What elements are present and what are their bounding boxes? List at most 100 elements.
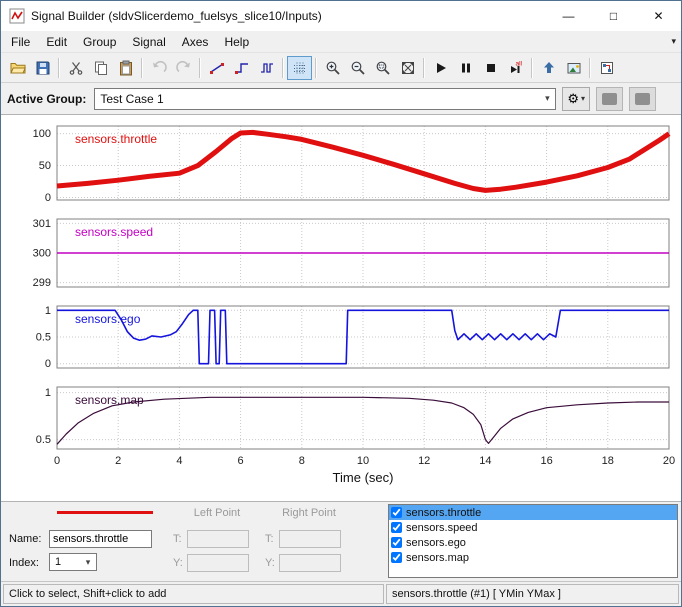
signal-checkbox-sensors-throttle[interactable] <box>391 507 402 518</box>
stop-button[interactable] <box>478 56 503 80</box>
window-buttons: — □ ✕ <box>546 1 681 31</box>
svg-text:all: all <box>515 60 522 67</box>
open-button[interactable] <box>5 56 30 80</box>
plot-sensors-map[interactable]: 0.5 1 sensors.map 0 2 4 6 8 10 12 14 16 18 20 Time (se… <box>5 384 677 489</box>
right-y-input <box>279 554 341 572</box>
maximize-button[interactable]: □ <box>591 1 636 31</box>
y-tick-label: 50 <box>39 160 51 172</box>
run-button[interactable] <box>428 56 453 80</box>
chevron-down-icon: ▾ <box>85 556 91 567</box>
fit-view-icon <box>400 60 416 76</box>
x-tick-label: 18 <box>602 455 614 467</box>
zoom-out-icon <box>350 60 366 76</box>
snapshot-button[interactable] <box>561 56 586 80</box>
toolbar-separator <box>531 57 533 78</box>
copy-button[interactable] <box>88 56 113 80</box>
name-input[interactable] <box>49 530 152 548</box>
active-group-bar: Active Group: Test Case 1 ▾ ⚙ ▾ <box>1 83 681 115</box>
undo-button <box>146 56 171 80</box>
step-all-button[interactable]: all <box>503 56 528 80</box>
titlebar[interactable]: Signal Builder (sldvSlicerdemo_fuelsys_s… <box>1 1 681 31</box>
minimize-button[interactable]: — <box>546 1 591 31</box>
menubar-overflow-icon[interactable]: ▾ <box>671 36 681 47</box>
toolbar: all <box>1 53 681 83</box>
menu-edit[interactable]: Edit <box>38 33 75 51</box>
paste-button[interactable] <box>113 56 138 80</box>
run-icon <box>433 60 449 76</box>
app-icon <box>9 8 25 24</box>
grid-button[interactable] <box>287 55 312 80</box>
signal-checkbox-sensors-ego[interactable] <box>391 537 402 548</box>
left-t-label: T: <box>173 533 182 545</box>
status-hint: Click to select, Shift+click to add <box>3 584 384 604</box>
plot-sensors-throttle[interactable]: 0 50 100 sensors.throttle <box>5 123 677 203</box>
zoom-box-icon <box>375 60 391 76</box>
toolbar-separator <box>58 57 60 78</box>
toolbar-separator <box>589 57 591 78</box>
x-tick-label: 6 <box>238 455 244 467</box>
menu-group[interactable]: Group <box>75 33 124 51</box>
cut-button[interactable] <box>63 56 88 80</box>
grid-icon <box>292 60 308 76</box>
x-tick-label: 20 <box>663 455 675 467</box>
signal-line-button[interactable] <box>204 56 229 80</box>
signal-list-item-sensors-speed[interactable]: sensors.speed <box>389 520 677 535</box>
y-tick-label: 1 <box>45 387 51 399</box>
signal-line-icon <box>209 60 225 76</box>
x-axis-label: Time (sec) <box>333 470 394 485</box>
up-icon <box>541 60 557 76</box>
chevron-down-icon: ▾ <box>545 93 550 103</box>
menu-signal[interactable]: Signal <box>124 33 173 51</box>
name-label: Name: <box>9 533 42 545</box>
toolbar-separator <box>282 57 284 78</box>
pause-button[interactable] <box>453 56 478 80</box>
left-t-input <box>187 530 249 548</box>
y-tick-label: 0 <box>45 192 51 203</box>
signal-name-label: sensors.speed <box>75 225 153 239</box>
toolbar-separator <box>315 57 317 78</box>
x-tick-label: 2 <box>115 455 121 467</box>
gear-icon: ⚙ <box>567 90 579 106</box>
zoom-in-icon <box>325 60 341 76</box>
pause-icon <box>458 60 474 76</box>
window-title: Signal Builder (sldvSlicerdemo_fuelsys_s… <box>31 9 322 23</box>
signal-list-item-sensors-throttle[interactable]: sensors.throttle <box>389 505 677 520</box>
zoom-box-button[interactable] <box>370 56 395 80</box>
model-button[interactable] <box>594 56 619 80</box>
active-group-combobox[interactable]: Test Case 1 ▾ <box>94 87 557 110</box>
signal-list-item-sensors-ego[interactable]: sensors.ego <box>389 535 677 550</box>
fit-view-button[interactable] <box>395 56 420 80</box>
signal-pulse-button[interactable] <box>254 56 279 80</box>
left-point-label: Left Point <box>193 507 241 519</box>
x-tick-label: 12 <box>418 455 430 467</box>
signal-checkbox-sensors-speed[interactable] <box>391 522 402 533</box>
index-dropdown[interactable]: 1 ▾ <box>49 553 97 571</box>
up-button[interactable] <box>536 56 561 80</box>
signal-name-label: sensors.throttle <box>75 132 157 146</box>
undo-icon <box>151 60 167 76</box>
plot-sensors-ego[interactable]: 0 0.5 1 sensors.ego <box>5 303 677 371</box>
stop-icon <box>483 60 499 76</box>
signal-list-item-sensors-map[interactable]: sensors.map <box>389 550 677 565</box>
menu-help[interactable]: Help <box>216 33 257 51</box>
signal-label: sensors.ego <box>406 536 466 549</box>
point-editor-panel: Left Point Right Point Name: T: T: Index… <box>1 502 681 582</box>
signal-pulse-icon <box>259 60 275 76</box>
paste-icon <box>118 60 134 76</box>
menu-axes[interactable]: Axes <box>174 33 217 51</box>
close-button[interactable]: ✕ <box>636 1 681 31</box>
signal-checkbox-sensors-map[interactable] <box>391 552 402 563</box>
x-tick-label: 8 <box>299 455 305 467</box>
zoom-out-button[interactable] <box>345 56 370 80</box>
plot-row-sensors-speed: 299 300 301 sensors.speed <box>5 216 681 290</box>
menu-file[interactable]: File <box>3 33 38 51</box>
signal-step-icon <box>234 60 250 76</box>
disabled-tool-button-2 <box>629 86 657 111</box>
signal-step-button[interactable] <box>229 56 254 80</box>
blocked-tool-icon <box>635 92 651 105</box>
group-settings-button[interactable]: ⚙ ▾ <box>562 86 591 111</box>
zoom-in-button[interactable] <box>320 56 345 80</box>
plot-row-sensors-throttle: 0 50 100 sensors.throttle <box>5 123 681 203</box>
plot-sensors-speed[interactable]: 299 300 301 sensors.speed <box>5 216 677 290</box>
save-button[interactable] <box>30 56 55 80</box>
